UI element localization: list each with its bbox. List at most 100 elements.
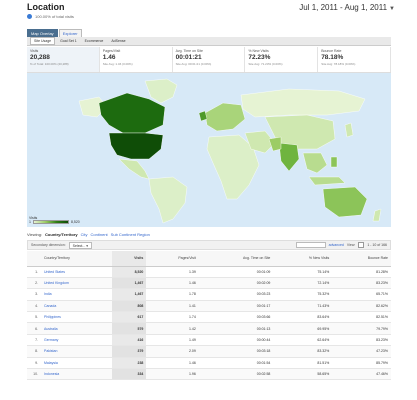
viewing-continent-link[interactable]: Continent: [91, 232, 108, 237]
col-new-visits[interactable]: % New Visits: [273, 251, 333, 267]
col-pages-per-visit[interactable]: Pages/Visit: [146, 251, 199, 267]
table-row[interactable]: 1. United States 8,520 1.39 00:01:09 75.14% 81…: [27, 266, 391, 278]
row-avg-time: 00:03:23: [198, 288, 274, 301]
table-row[interactable]: 2. United Kingdom 1,467 1.46 00:02:09 72.14% 8…: [27, 277, 391, 290]
viewing-city-link[interactable]: City: [81, 232, 88, 237]
row-pages-per-visit: 1.42: [146, 322, 199, 335]
table-row[interactable]: 8. Pakistan 379 2.09 00:03:18 83.32% 47.23%: [27, 345, 391, 358]
row-avg-time: 00:02:09: [198, 277, 274, 290]
metric-comparison: Site Avg: 1.46 (0.00%): [102, 62, 133, 66]
row-avg-time: 00:02:58: [198, 368, 274, 381]
region-japan[interactable]: [344, 122, 354, 138]
tab-site-usage[interactable]: Site Usage: [30, 37, 56, 45]
chevron-down-icon: ▼: [389, 6, 395, 12]
region-new-zealand[interactable]: [372, 208, 382, 222]
metric-value: 72.23%: [248, 54, 271, 61]
row-country-link[interactable]: Germany: [41, 334, 113, 347]
secondary-dimension-label: Secondary dimension:: [31, 243, 66, 247]
date-range-label: Jul 1, 2011 - Aug 1, 2011: [299, 3, 388, 12]
row-index: 8.: [27, 345, 41, 358]
row-country-link[interactable]: Pakistan: [41, 345, 113, 358]
row-avg-time: 00:01:54: [198, 357, 274, 370]
region-southeast-asia[interactable]: [302, 152, 328, 174]
region-australia[interactable]: [322, 186, 368, 218]
region-india[interactable]: [278, 142, 300, 172]
row-country-link[interactable]: United Kingdom: [41, 277, 113, 290]
secondary-dimension-select[interactable]: Select... ▾: [68, 241, 93, 249]
world-map[interactable]: Visits 1 8,520: [27, 73, 391, 227]
row-country-link[interactable]: Australia: [41, 322, 113, 335]
table-row[interactable]: 4. Canada 808 1.41 00:01:17 71.43% 82.62%: [27, 300, 391, 313]
region-south-america[interactable]: [148, 176, 188, 224]
viewing-subcontinent-link[interactable]: Sub Continent Region: [111, 232, 150, 237]
viewing-country-link[interactable]: Country/Territory: [45, 232, 78, 237]
row-pages-per-visit: 1.49: [146, 334, 199, 347]
region-indonesia[interactable]: [308, 176, 346, 186]
row-index: 10.: [27, 368, 41, 381]
row-index: 7.: [27, 334, 41, 347]
metric-visits[interactable]: Visits 20,288 % of Total: 100.00% (20,28…: [27, 47, 100, 72]
advanced-filter-link[interactable]: advanced: [329, 243, 344, 247]
table-row[interactable]: 7. Germany 416 1.49 00:00:44 62.64% 83.23%: [27, 334, 391, 347]
row-country-link[interactable]: United States: [41, 266, 113, 278]
table-body: 1. United States 8,520 1.39 00:01:09 75.14% 81…: [27, 266, 391, 381]
row-country-link[interactable]: Malaysia: [41, 357, 113, 370]
viewing-label: Viewing:: [27, 232, 43, 237]
row-bounce-rate: 83.23%: [332, 334, 391, 347]
map-legend-min: 1: [29, 220, 31, 224]
row-index: 1.: [27, 266, 41, 278]
metric-comparison: % of Total: 100.00% (20,288): [30, 62, 69, 66]
region-pakistan[interactable]: [268, 136, 282, 152]
date-range-picker[interactable]: Jul 1, 2011 - Aug 1, 2011 ▼: [299, 3, 395, 12]
row-avg-time: 00:03:66: [198, 311, 274, 324]
metric-avg-time-on-site[interactable]: Avg. Time on Site 00:01:21 Site Avg: 00:…: [173, 47, 246, 72]
row-bounce-rate: 47.46%: [332, 368, 391, 381]
table-search-input[interactable]: [295, 242, 326, 248]
table-row[interactable]: 9. Malaysia 238 1.46 00:01:54 81.51% 85.79%: [27, 357, 391, 370]
row-pages-per-visit: 1.46: [146, 357, 199, 370]
metric-new-visits[interactable]: % New Visits 72.23% Site Avg: 71.23% (0.…: [245, 47, 319, 72]
table-row[interactable]: 3. India 1,467 1.78 00:03:23 75.32% 65.71%: [27, 288, 391, 301]
region-united-states[interactable]: [108, 132, 164, 160]
row-visits: 334: [112, 368, 147, 381]
row-bounce-rate: 65.71%: [332, 288, 391, 301]
segment-summary: 100.00% of total visits: [27, 14, 74, 19]
table-row[interactable]: 6. Australia 579 1.42 00:01:13 69.95% 79.79%: [27, 322, 391, 335]
metric-comparison: Site Avg: 78.18% (0.00%): [321, 62, 356, 66]
metric-bounce-rate[interactable]: Bounce Rate 78.18% Site Avg: 78.18% (0.0…: [318, 47, 391, 72]
table-row[interactable]: 10. Indonesia 334 1.96 00:02:58 58.65% 47.46%: [27, 368, 391, 381]
table-header-row: Country/Territory Visits Pages/Visit Avg…: [27, 251, 391, 267]
metric-label: % New Visits: [248, 49, 269, 53]
table-view-icon[interactable]: [358, 242, 365, 248]
metric-label: Pages/Visit: [102, 49, 121, 53]
region-russia[interactable]: [240, 88, 366, 118]
row-pages-per-visit: 1.46: [146, 277, 199, 290]
row-country-link[interactable]: India: [41, 288, 113, 301]
table-row[interactable]: 5. Philippines 617 1.74 00:03:66 83.64% 82.51%: [27, 311, 391, 324]
region-philippines[interactable]: [330, 156, 338, 168]
tab-ecommerce[interactable]: Ecommerce: [82, 38, 107, 44]
row-new-visits: 83.64%: [273, 311, 333, 324]
secondary-dimension-value: Select...: [72, 243, 86, 248]
world-map-svg: [78, 78, 382, 224]
metric-pages-per-visit[interactable]: Pages/Visit 1.46 Site Avg: 1.46 (0.00%): [100, 47, 173, 72]
col-bounce-rate[interactable]: Bounce Rate: [332, 251, 391, 267]
row-country-link[interactable]: Indonesia: [41, 368, 113, 381]
tab-goal-set-1[interactable]: Goal Set 1: [57, 38, 80, 44]
row-pages-per-visit: 1.41: [146, 300, 199, 313]
row-new-visits: 72.14%: [273, 277, 333, 290]
row-visits: 1,467: [112, 288, 147, 301]
region-mexico[interactable]: [118, 158, 150, 180]
row-country-link[interactable]: Canada: [41, 300, 113, 313]
region-europe[interactable]: [204, 102, 246, 132]
row-country-link[interactable]: Philippines: [41, 311, 113, 324]
metric-comparison: Site Avg: 71.23% (0.00%): [248, 62, 283, 66]
col-avg-time[interactable]: Avg. Time on Site: [198, 251, 274, 267]
tab-adsense[interactable]: AdSense: [108, 38, 128, 44]
row-visits: 1,467: [112, 277, 147, 290]
row-avg-time: 00:01:17: [198, 300, 274, 313]
col-visits[interactable]: Visits: [112, 251, 147, 267]
col-country[interactable]: Country/Territory: [41, 251, 113, 267]
row-new-visits: 62.64%: [273, 334, 333, 347]
row-avg-time: 00:01:09: [198, 266, 274, 278]
